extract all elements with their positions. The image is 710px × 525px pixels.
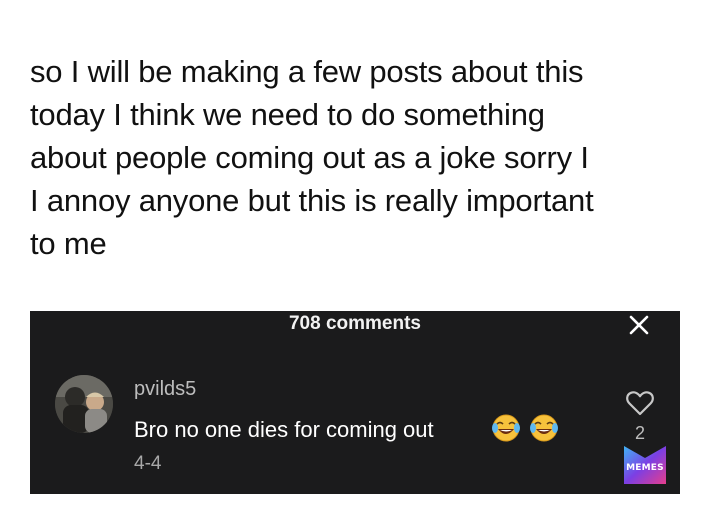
post-caption: so I will be making a few posts about th… bbox=[30, 50, 690, 265]
close-icon[interactable] bbox=[627, 313, 651, 337]
caption-line: to me bbox=[30, 226, 107, 261]
comment-username[interactable]: pvilds5 bbox=[134, 377, 196, 401]
avatar-photo bbox=[55, 375, 113, 433]
memes-watermark-logo: MEMES bbox=[622, 444, 668, 486]
caption-line: so I will be making a few posts about th… bbox=[30, 54, 584, 89]
avatar[interactable] bbox=[55, 375, 113, 433]
comments-panel: 708 comments pvilds5 Bro no one dies for… bbox=[30, 311, 680, 494]
caption-line: I annoy anyone but this is really import… bbox=[30, 183, 594, 218]
caption-line: about people coming out as a joke sorry … bbox=[30, 140, 589, 175]
memes-logo-label: MEMES bbox=[626, 463, 664, 473]
heart-outline-icon[interactable] bbox=[625, 389, 655, 417]
caption-line: today I think we need to do something bbox=[30, 97, 545, 132]
comment-text: Bro no one dies for coming out bbox=[134, 417, 434, 442]
laughing-emoji-icon bbox=[492, 414, 558, 442]
comments-count-title: 708 comments bbox=[288, 313, 421, 334]
like-count: 2 bbox=[634, 423, 645, 443]
comment-date: 4-4 bbox=[134, 453, 162, 474]
